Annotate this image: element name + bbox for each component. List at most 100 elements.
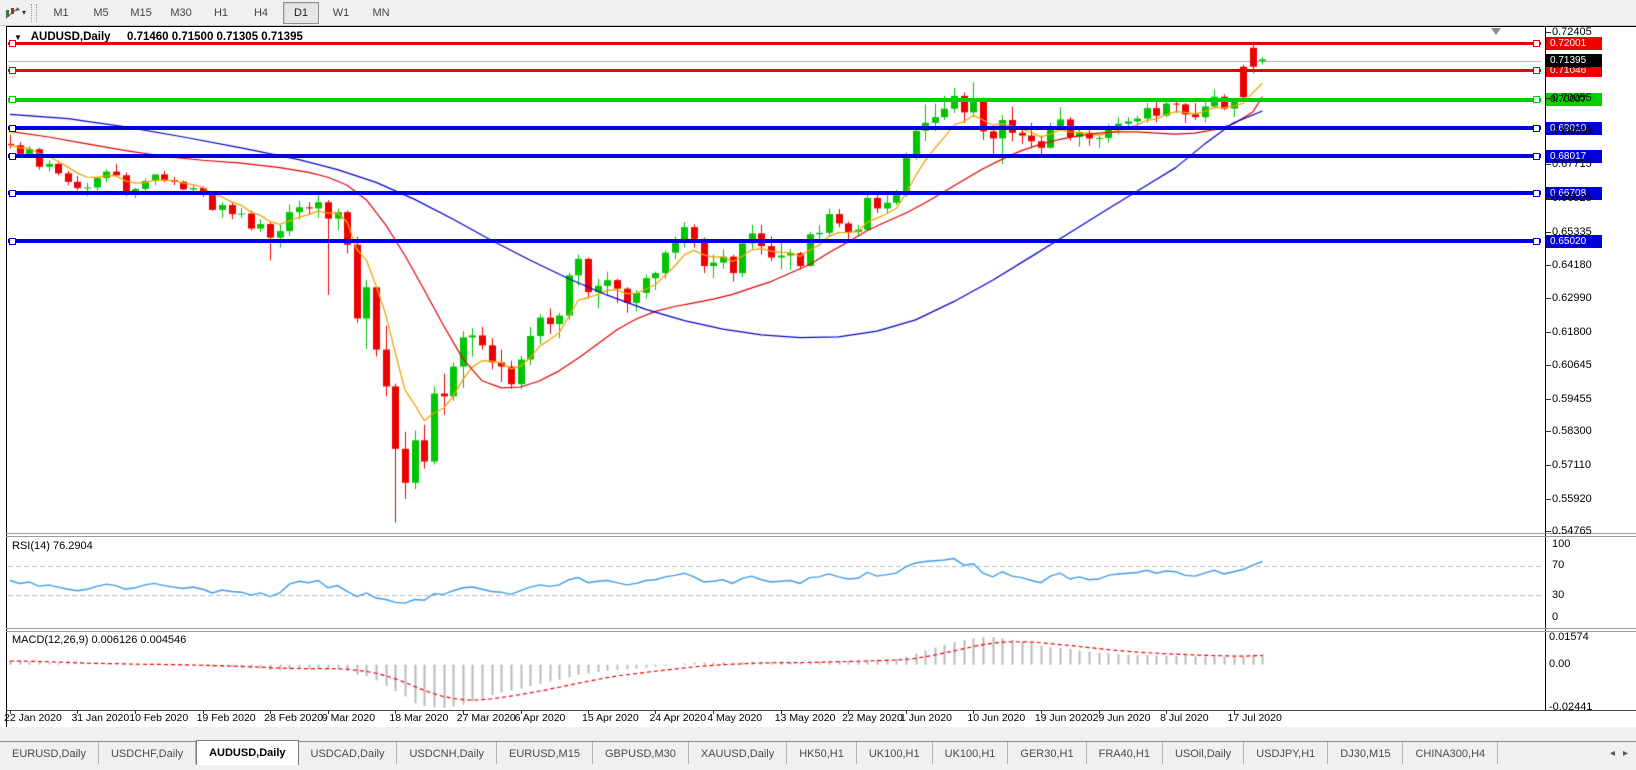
chart-shift-marker-icon[interactable] [1491, 28, 1501, 35]
tab-usoil-daily[interactable]: USOil,Daily [1163, 742, 1244, 765]
tab-china300-h4[interactable]: CHINA300,H4 [1403, 742, 1498, 765]
price-tick-label: 0.67715 [1552, 158, 1592, 170]
hline-handle[interactable] [9, 67, 16, 74]
rsi-axis-label: 70 [1552, 559, 1564, 571]
hline-handle[interactable] [9, 96, 16, 103]
mt4-window: ▾ M1M5M15M30H1H4D1W1MN ▼ AUDUSD,Daily 0.… [0, 0, 1636, 770]
tab-hk50-h1[interactable]: HK50,H1 [787, 742, 857, 765]
date-tick-label: 24 Apr 2020 [649, 712, 706, 724]
price-tick-label: 0.54765 [1552, 525, 1592, 537]
price-tick-mark [1546, 32, 1551, 33]
price-tick-mark [1546, 298, 1551, 299]
price-tick-mark [1546, 531, 1551, 532]
hline-handle[interactable] [1533, 96, 1540, 103]
macd-axis-label: -0.02441 [1549, 701, 1592, 713]
tab-eurusd-m15[interactable]: EURUSD,M15 [497, 742, 593, 765]
panel-separator[interactable] [6, 533, 1636, 534]
macd-label: MACD(12,26,9) 0.006126 0.004546 [12, 634, 186, 646]
hline-0.72001[interactable] [8, 42, 1541, 45]
hline-0.70007[interactable] [8, 98, 1541, 102]
chart-tab-bar: EURUSD,DailyUSDCHF,DailyAUDUSD,DailyUSDC… [0, 741, 1636, 765]
rsi-axis-label: 0 [1552, 611, 1558, 623]
panel-separator[interactable] [6, 628, 1636, 629]
price-tick-label: 0.70055 [1552, 92, 1592, 104]
date-tick-label: 9 Mar 2020 [322, 712, 375, 724]
price-tick-mark [1546, 98, 1551, 99]
tab-usdjpy-h1[interactable]: USDJPY,H1 [1244, 742, 1328, 765]
rsi-axis-label: 30 [1552, 589, 1564, 601]
chart-frame-top [6, 26, 1636, 27]
tab-xauusd-daily[interactable]: XAUUSD,Daily [689, 742, 787, 765]
tab-scroll-right-icon[interactable]: ▸ [1623, 748, 1628, 759]
tab-usdchf-daily[interactable]: USDCHF,Daily [99, 742, 196, 765]
tab-uk100-h1[interactable]: UK100,H1 [857, 742, 933, 765]
hline-0.66708[interactable] [8, 191, 1541, 195]
hline-handle[interactable] [9, 40, 16, 47]
price-tick-mark [1546, 198, 1551, 199]
date-tick-label: 27 Mar 2020 [457, 712, 516, 724]
date-tick-label: 28 Feb 2020 [264, 712, 323, 724]
price-tick-label: 0.55920 [1552, 493, 1592, 505]
hline-handle[interactable] [1533, 40, 1540, 47]
price-tick-label: 0.60645 [1552, 359, 1592, 371]
hline-handle[interactable] [9, 238, 16, 245]
price-tick-mark [1546, 131, 1551, 132]
time-axis-line [6, 710, 1636, 711]
price-tick-label: 0.62990 [1552, 292, 1592, 304]
hline-handle[interactable] [1533, 67, 1540, 74]
price-tick-mark [1546, 265, 1551, 266]
hline-handle[interactable] [1533, 238, 1540, 245]
price-tick-mark [1546, 499, 1551, 500]
date-tick-label: 19 Feb 2020 [197, 712, 256, 724]
hline-handle[interactable] [1533, 153, 1540, 160]
tab-uk100-h1[interactable]: UK100,H1 [933, 742, 1009, 765]
price-badge-0.72001: 0.72001 [1546, 37, 1602, 50]
price-tick-label: 0.68880 [1552, 125, 1592, 137]
date-tick-label: 22 Jan 2020 [4, 712, 62, 724]
price-tick-label: 0.64180 [1552, 259, 1592, 271]
current-price-badge: 0.71395 [1546, 54, 1602, 67]
price-tick-label: 0.66525 [1552, 192, 1592, 204]
tab-usdcnh-daily[interactable]: USDCNH,Daily [397, 742, 497, 765]
hline-0.65020[interactable] [8, 239, 1541, 243]
price-tick-mark [1546, 465, 1551, 466]
date-tick-label: 1 Jun 2020 [900, 712, 952, 724]
date-tick-label: 13 May 2020 [775, 712, 836, 724]
price-tick-label: 0.58300 [1552, 425, 1592, 437]
tab-audusd-daily[interactable]: AUDUSD,Daily [196, 740, 298, 765]
chart-frame-left [6, 26, 7, 727]
panel-separator[interactable] [6, 631, 1636, 632]
price-tick-label: 0.72405 [1552, 26, 1592, 38]
date-tick-label: 4 May 2020 [707, 712, 762, 724]
price-tick-mark [1546, 399, 1551, 400]
price-tick-mark [1546, 232, 1551, 233]
hline-0.68017[interactable] [8, 154, 1541, 158]
tab-gbpusd-m30[interactable]: GBPUSD,M30 [593, 742, 689, 765]
tab-eurusd-daily[interactable]: EURUSD,Daily [0, 742, 99, 765]
hline-handle[interactable] [1533, 190, 1540, 197]
price-tick-label: 0.59455 [1552, 393, 1592, 405]
date-tick-label: 6 Apr 2020 [515, 712, 566, 724]
date-tick-label: 18 Mar 2020 [389, 712, 448, 724]
tab-scroll-left-icon[interactable]: ◂ [1610, 748, 1615, 759]
macd-axis-label: 0.01574 [1549, 631, 1589, 643]
hline-handle[interactable] [9, 190, 16, 197]
hline-0.71046[interactable] [8, 69, 1541, 72]
date-tick-label: 19 Jun 2020 [1035, 712, 1093, 724]
hline-handle[interactable] [9, 153, 16, 160]
hline-handle[interactable] [1533, 125, 1540, 132]
price-tick-mark [1546, 365, 1551, 366]
date-tick-label: 22 May 2020 [842, 712, 903, 724]
price-tick-label: 0.57110 [1552, 459, 1591, 471]
hline-0.69010[interactable] [8, 126, 1541, 130]
tab-ger30-h1[interactable]: GER30,H1 [1008, 742, 1086, 765]
price-tick-mark [1546, 164, 1551, 165]
panel-separator[interactable] [6, 536, 1636, 537]
price-tick-label: 0.61800 [1552, 326, 1592, 338]
chart-canvas[interactable] [0, 0, 1636, 770]
hline-handle[interactable] [9, 125, 16, 132]
date-tick-label: 29 Jun 2020 [1093, 712, 1151, 724]
tab-usdcad-daily[interactable]: USDCAD,Daily [299, 742, 398, 765]
tab-dj30-m15[interactable]: DJ30,M15 [1328, 742, 1403, 765]
tab-fra40-h1[interactable]: FRA40,H1 [1087, 742, 1163, 765]
